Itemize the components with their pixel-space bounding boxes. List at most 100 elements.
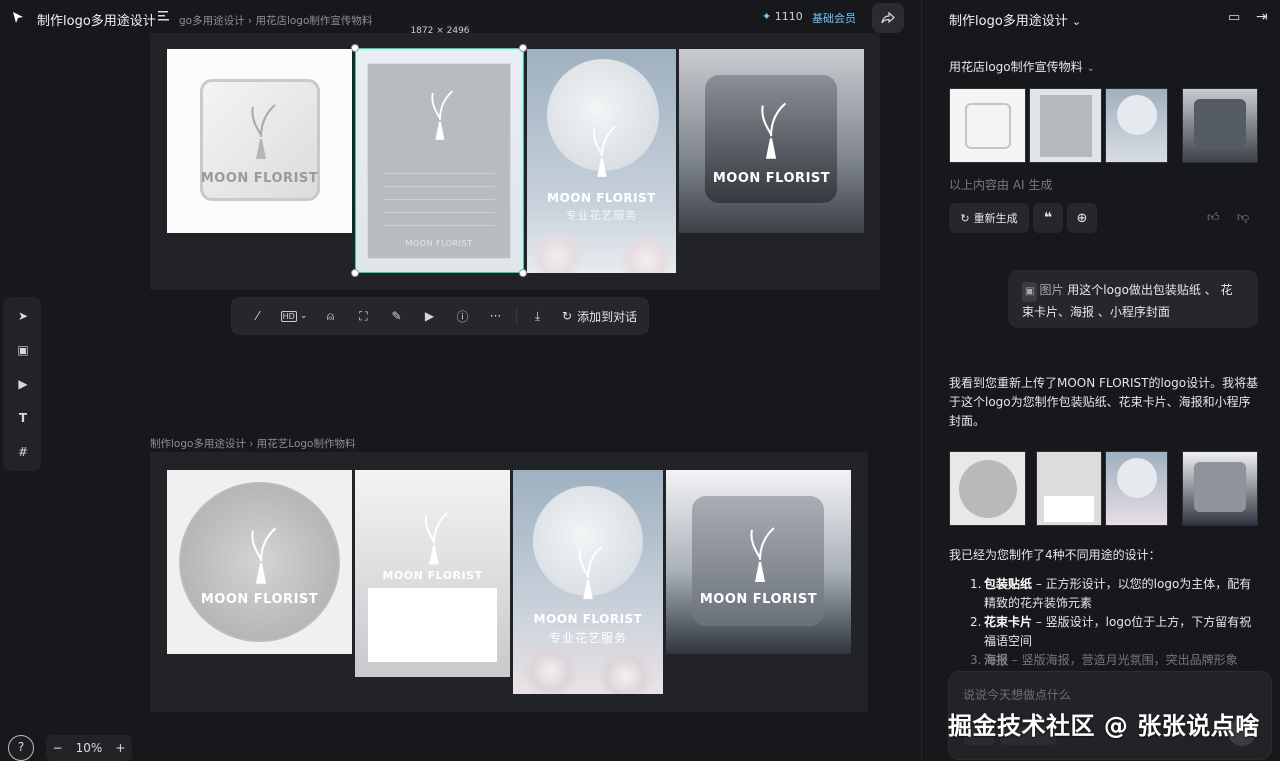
eraser-button[interactable]: ✎ [380,302,413,330]
left-toolbar: ➤ ▣ ▶ T # [3,297,41,471]
assistant-reply-1: 我看到您重新上传了MOON FLORIST的logo设计。我将基于这个logo为… [949,376,1259,428]
target-button[interactable]: ⊕ [1067,203,1097,233]
help-button[interactable]: ? [8,735,34,761]
image-tag: ▣ [1022,282,1038,302]
thumbnail[interactable] [949,88,1026,163]
crop-button[interactable]: ⛶ [347,302,380,330]
watermark: 掘金技术社区 @ 张张说点啥 [948,712,1260,740]
collapse-panel-icon[interactable]: ⇥ [1256,9,1268,25]
chat-title[interactable]: 制作logo多用途设计 ⌄ [949,10,1081,29]
brand-text: MOON FLORIST [533,612,643,626]
list-bold: 花束卡片 [984,615,1033,629]
quote-icon: ❝ [1043,210,1053,226]
brand-text: MOON FLORIST [712,171,831,186]
cursor-icon: ➤ [17,309,29,323]
info-button[interactable]: ⓘ [446,302,479,330]
thumbnail[interactable] [1105,88,1168,163]
add-chat-icon: ↻ [562,309,573,323]
member-badge[interactable]: 基础会员 [812,10,856,26]
ai-generated-note: 以上内容由 AI 生成 [949,178,1053,192]
video-button[interactable]: ▶ [413,302,446,330]
image-gen-tool[interactable]: ▣ [13,340,33,360]
zoom-control: − 10% + [46,735,132,761]
download-button[interactable]: ⤓ [521,302,554,330]
moon-logo-icon [577,115,616,177]
list-text: – 竖版海报，营造月光氛围，突出品牌形象 [1008,653,1238,667]
share-button[interactable] [872,3,904,33]
resize-handle[interactable] [519,269,527,277]
thumbs-up-icon[interactable]: 👍︎ [1207,210,1220,225]
chat-title-label: 制作logo多用途设计 [949,14,1068,29]
brand-text: MOON FLORIST [382,569,483,582]
image-card-selected[interactable]: MOON FLORIST [355,49,523,273]
video-gen-tool[interactable]: ▶ [13,374,33,394]
info-icon: ⓘ [456,309,469,324]
section-title-label: 用花店logo制作宣传物料 [949,60,1083,74]
zoom-in-button[interactable]: + [115,741,125,755]
image-app-cover[interactable]: MOON FLORIST [679,49,864,233]
project-title[interactable]: 制作logo多用途设计 [37,10,156,29]
new-chat-icon[interactable]: ▭ [1228,10,1240,25]
list-bold: 包装贴纸 [984,577,1033,591]
brand-text: MOON FLORIST [699,592,818,607]
image-poster[interactable]: MOON FLORIST 专业花艺服务 [527,49,676,273]
zoom-out-button[interactable]: − [53,741,63,755]
person-button[interactable]: ⍝ [314,302,347,330]
list-item: 2. 花束卡片 – 竖版设计，logo位于上方，下方留有祝福语空间 [970,613,1260,651]
thumbnail[interactable] [1105,451,1168,526]
regenerate-label: 重新生成 [973,212,1018,225]
section-title[interactable]: 用花店logo制作宣传物料 ⌄ [949,58,1095,75]
assistant-reply-2: 我已经为您制作了4种不同用途的设计： [949,548,1161,562]
person-icon: ⍝ [326,308,335,323]
resize-handle[interactable] [519,44,527,52]
play-icon: ▶ [424,309,435,323]
moon-logo-icon [734,516,775,582]
share-icon [881,11,895,24]
magic-wand-button[interactable]: ⁄ [241,302,274,330]
brand-text: MOON FLORIST [200,592,319,607]
image-sticker-2[interactable]: MOON FLORIST [167,470,352,654]
user-message: ▣ 图片 用这个logo做出包装贴纸 、 花束卡片、海报 、小程序封面 [1008,270,1258,328]
resize-handle[interactable] [351,44,359,52]
image-poster-2[interactable]: MOON FLORIST 专业花艺服务 [513,470,663,694]
moon-logo-icon [562,535,603,599]
eraser-icon: ✎ [391,309,402,323]
list-number: 1. [970,577,982,591]
list-number: 2. [970,615,982,629]
breadcrumb: go多用途设计 › 用花店logo制作宣传物料 [179,15,373,27]
regenerate-button[interactable]: ↻ 重新生成 [949,203,1029,233]
hd-icon: HD [280,310,297,322]
moon-logo-icon [235,93,276,159]
image-app-cover-2[interactable]: MOON FLORIST [666,470,851,654]
select-tool[interactable]: ➤ [13,306,33,326]
more-button[interactable]: ··· [479,302,512,330]
resize-handle[interactable] [351,269,359,277]
chevron-down-icon: ⌄ [1086,63,1095,74]
add-to-chat-button[interactable]: ↻ 添加到对话 [554,308,645,325]
thumbnail[interactable] [949,451,1026,526]
zoom-level[interactable]: 10% [76,741,103,755]
thumbnail[interactable] [1029,88,1102,163]
frame-tool[interactable]: # [13,442,33,462]
credits-display[interactable]: ✦ 1110 [762,10,803,23]
quote-button[interactable]: ❝ [1033,203,1063,233]
moon-logo-icon [409,501,448,565]
moon-logo-icon [234,516,277,584]
breadcrumb-group-2: 制作logo多用途设计 › 用花艺Logo制作物料 [150,438,356,450]
image-toolbar: ⁄ HD ⌄ ⍝ ⛶ ✎ ▶ ⓘ ··· ⤓ ↻ 添加到对话 [231,297,649,335]
thumbnail[interactable] [1036,451,1102,526]
menu-icon[interactable] [158,9,170,25]
list-bold: 海报 [984,653,1009,667]
text-tool[interactable]: T [13,408,33,428]
thumbs-down-icon[interactable]: 👎︎ [1237,210,1249,225]
video-add-icon: ▶ [18,377,28,391]
app-logo-icon[interactable] [12,11,24,28]
hd-dropdown-button[interactable]: HD ⌄ [274,302,314,330]
chevron-down-icon: ⌄ [299,311,308,321]
image-sticker[interactable]: MOON FLORIST [167,49,352,233]
image-card-2[interactable]: MOON FLORIST [355,470,510,677]
thumbnail[interactable] [1182,88,1258,163]
divider [516,307,517,325]
list-item: 1. 包装贴纸 – 正方形设计，以您的logo为主体，配有精致的花卉装饰元素 [970,575,1260,613]
thumbnail[interactable] [1182,451,1258,526]
